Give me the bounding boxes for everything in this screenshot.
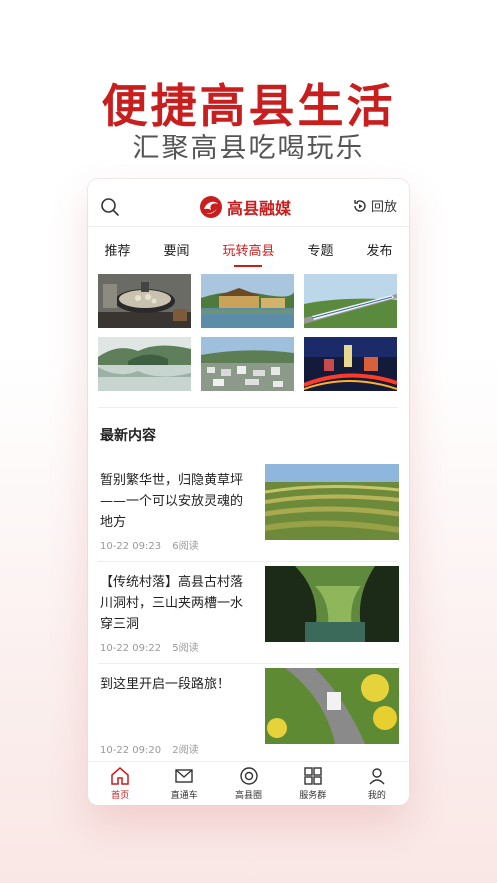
section-title: 最新内容 (100, 428, 156, 444)
article-meta: 10-22 09:23 6阅读 (100, 537, 199, 552)
nav-circle[interactable]: 高县圈 (216, 762, 280, 805)
circle-icon (239, 767, 258, 785)
logo-text: 高县融媒 (227, 199, 292, 218)
town-aerial-image[interactable] (201, 337, 294, 391)
category-tabs: 推荐 要闻 玩转高县 专题 发布 (88, 231, 409, 267)
article-item[interactable]: 【传统村落】高县古村落川洞村，三山夹两槽一水穿三洞 10-22 09:22 5阅… (98, 564, 399, 664)
article-title: 到这里开启一段路旅！ (100, 677, 231, 692)
tab-topics[interactable]: 专题 (305, 234, 335, 265)
envelope-icon (175, 769, 193, 783)
article-time: 10-22 09:23 (100, 541, 162, 552)
night-city-image[interactable] (304, 337, 397, 391)
article-item[interactable]: 到这里开启一段路旅！ 10-22 09:20 2阅读 (98, 666, 399, 766)
nav-profile[interactable]: 我的 (345, 762, 409, 805)
search-icon[interactable] (100, 197, 120, 217)
nav-label: 直通车 (170, 791, 198, 801)
article-meta: 10-22 09:20 2阅读 (100, 741, 199, 756)
replay-icon (354, 199, 366, 212)
tea-terrace-image (265, 464, 399, 540)
section-divider (98, 407, 398, 408)
app-logo: 高县融媒 (199, 194, 291, 220)
article-reads: 2阅读 (172, 745, 199, 756)
article-meta: 10-22 09:22 5阅读 (100, 639, 199, 654)
replay-label: 回放 (370, 200, 397, 215)
misty-lake-image[interactable] (98, 337, 191, 391)
cave-village-image (265, 566, 399, 642)
nav-label: 高县圈 (235, 791, 263, 801)
nav-services[interactable]: 服务群 (281, 762, 345, 805)
article-time: 10-22 09:20 (100, 745, 162, 756)
replay-button[interactable]: 回放 (352, 196, 397, 215)
nav-label: 我的 (367, 791, 386, 801)
road-trip-image (265, 668, 399, 744)
tab-publish[interactable]: 发布 (364, 234, 394, 265)
nav-home[interactable]: 首页 (88, 762, 152, 805)
article-reads: 6阅读 (172, 541, 199, 552)
article-title: 【传统村落】高县古村落川洞村，三山夹两槽一水穿三洞 (100, 575, 244, 632)
article-title: 暂别繁华世，归隐黄草坪——一个可以安放灵魂的地方 (100, 473, 244, 530)
nav-direct[interactable]: 直通车 (152, 762, 216, 805)
top-bar: 高县融媒 回放 (88, 179, 409, 227)
article-reads: 5阅读 (172, 643, 199, 654)
app-screen: 高县融媒 回放 推荐 要闻 玩转高县 专题 发布 最新内容 暂别繁华世，归隐黄草… (88, 179, 409, 805)
bullet-train-image[interactable] (304, 274, 397, 328)
home-icon (111, 767, 129, 785)
tab-explore-gaoxian[interactable]: 玩转高县 (220, 234, 276, 267)
user-icon (369, 768, 385, 785)
tab-news[interactable]: 要闻 (161, 234, 191, 265)
grid-icon (304, 767, 322, 785)
hotpot-image[interactable] (98, 274, 191, 328)
article-time: 10-22 09:22 (100, 643, 162, 654)
nav-label: 服务群 (299, 791, 327, 801)
article-item[interactable]: 暂别繁华世，归隐黄草坪——一个可以安放灵魂的地方 10-22 09:23 6阅读 (98, 462, 399, 562)
logo-swirl-icon (200, 196, 222, 218)
bottom-nav: 首页 直通车 高县圈 服务群 我的 (88, 761, 409, 805)
lakeside-village-image[interactable] (201, 274, 294, 328)
promo-subline: 汇聚高县吃喝玩乐 (132, 133, 365, 164)
tab-recommend[interactable]: 推荐 (102, 234, 132, 265)
nav-label: 首页 (111, 791, 130, 801)
